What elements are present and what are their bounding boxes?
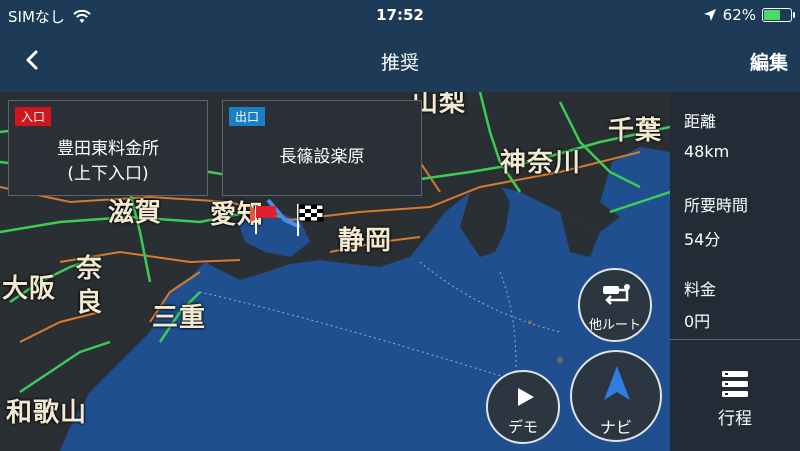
navi-button[interactable]: ナビ	[570, 350, 662, 442]
route-info-panel: 距離 48km 所要時間 54分 料金 0円 行程	[670, 92, 800, 451]
goal-flag-icon	[297, 204, 324, 236]
map-label-shiga: 滋賀	[108, 198, 163, 228]
entry-badge: 入口	[15, 107, 52, 126]
page-title: 推奨	[380, 52, 419, 74]
itinerary-label: 行程	[718, 409, 752, 429]
duration-label: 所要時間	[684, 196, 749, 215]
nav-bar: 推奨 編集	[0, 32, 800, 92]
map-label-chiba: 千葉	[608, 116, 663, 146]
list-icon	[722, 371, 748, 397]
map-label-shizuoka: 静岡	[338, 226, 393, 256]
itinerary-button[interactable]: 行程	[670, 342, 800, 451]
navi-label: ナビ	[599, 418, 632, 437]
map-label-wakayama: 和歌山	[6, 398, 88, 428]
play-icon	[518, 388, 534, 406]
battery-icon	[762, 8, 795, 22]
map-label-nara: 奈良	[76, 254, 104, 318]
route-fork-icon	[603, 284, 630, 305]
map-label-osaka: 大阪	[2, 274, 57, 304]
route-map[interactable]: 滋賀 愛知 静岡 神奈川 千葉 山梨 大阪 奈良 三重 和歌山 入口 豊田東料金…	[0, 92, 670, 451]
start-flag-icon	[250, 204, 276, 234]
exit-badge: 出口	[229, 107, 266, 126]
map-label-kanagawa: 神奈川	[500, 148, 582, 178]
other-route-button[interactable]: 他ルート	[578, 268, 652, 342]
exit-card[interactable]: 出口 長篠設楽原	[222, 100, 422, 196]
exit-name: 長篠設楽原	[279, 147, 365, 167]
battery-fill	[764, 10, 781, 20]
exit-text: 長篠設楽原	[223, 145, 421, 170]
entry-text: 豊田東料金所 (上下入口)	[9, 137, 207, 187]
status-right: 62%	[703, 6, 795, 24]
navigation-arrow-icon	[604, 366, 630, 400]
panel-divider	[670, 339, 800, 340]
toll-value: 0円	[684, 312, 711, 331]
edit-button[interactable]: 編集	[750, 48, 788, 75]
battery-percent: 62%	[722, 6, 756, 24]
status-time: 17:52	[376, 6, 424, 24]
other-route-label: 他ルート	[588, 318, 641, 333]
status-bar: SIMなし 17:52 62%	[0, 0, 800, 32]
distance-value: 48km	[684, 142, 730, 161]
map-label-mie: 三重	[152, 303, 207, 333]
demo-label: デモ	[507, 418, 538, 436]
duration-value: 54分	[684, 230, 721, 249]
entry-name: 豊田東料金所	[57, 139, 159, 159]
location-arrow-icon	[703, 9, 716, 21]
toll-label: 料金	[684, 280, 717, 299]
distance-label: 距離	[684, 112, 717, 131]
demo-button[interactable]: デモ	[486, 370, 560, 444]
entry-card[interactable]: 入口 豊田東料金所 (上下入口)	[8, 100, 208, 196]
entry-subname: (上下入口)	[67, 164, 149, 184]
